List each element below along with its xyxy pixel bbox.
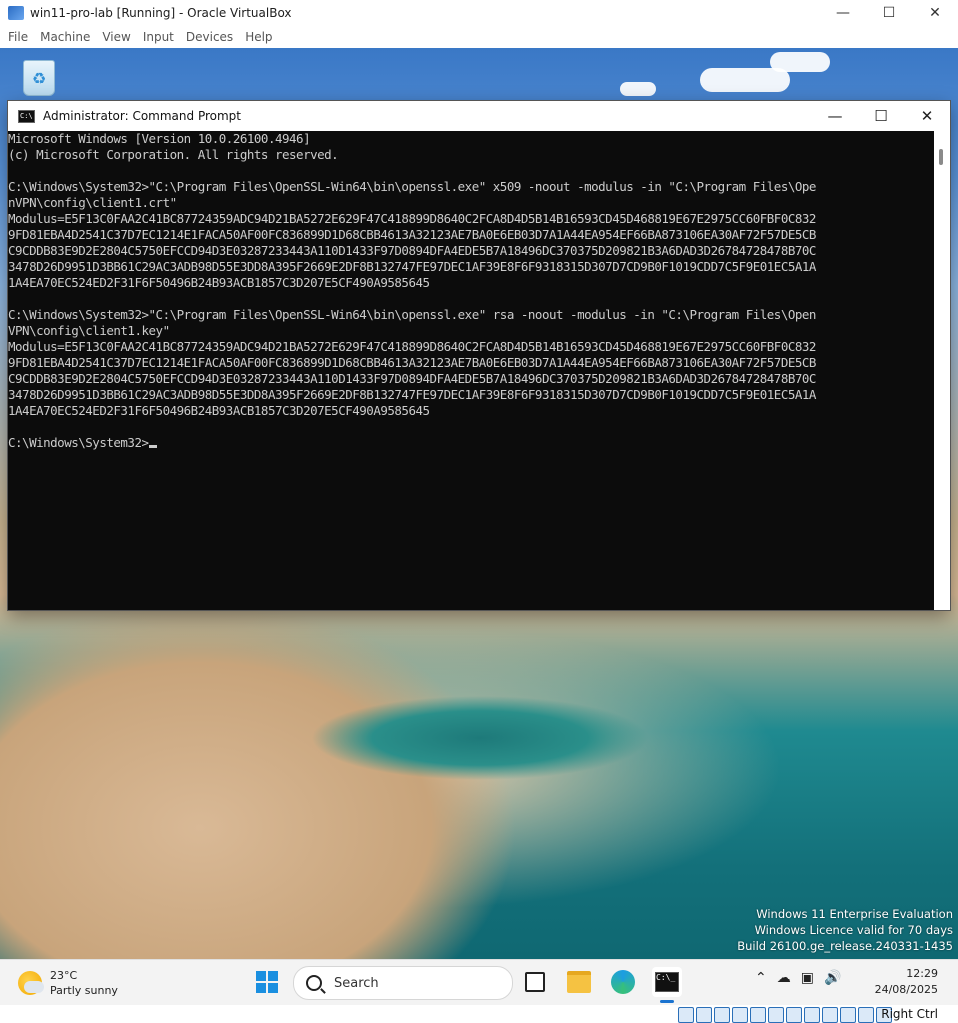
console-prompt: C:\Windows\System32> bbox=[8, 435, 149, 450]
watermark-licence: Windows Licence valid for 70 days bbox=[754, 923, 953, 937]
edge-browser-icon[interactable] bbox=[608, 967, 638, 997]
recycle-bin-icon[interactable]: ♻ bbox=[20, 56, 58, 98]
console-line: 9FD81EBA4D2541C37D7EC1214E1FACA50AF00FC8… bbox=[8, 355, 816, 370]
cmd-titlebar[interactable]: C:\ Administrator: Command Prompt — ☐ ✕ bbox=[8, 101, 950, 131]
console-output[interactable]: Microsoft Windows [Version 10.0.26100.49… bbox=[8, 131, 934, 610]
menu-help[interactable]: Help bbox=[245, 30, 272, 44]
text-cursor bbox=[148, 445, 157, 448]
hard-disk-status-icon[interactable] bbox=[678, 1007, 694, 1023]
console-line: Microsoft Windows [Version 10.0.26100.49… bbox=[8, 131, 311, 146]
console-line: C9CDDB83E9D2E2804C5750EFCCD94D3E03287233… bbox=[8, 371, 816, 386]
watermark-build: Build 26100.ge_release.240331-1435 bbox=[737, 939, 953, 953]
cloud-decoration bbox=[620, 82, 656, 96]
keyboard-status-icon[interactable] bbox=[858, 1007, 874, 1023]
recording-status-icon[interactable] bbox=[804, 1007, 820, 1023]
console-line: (c) Microsoft Corporation. All rights re… bbox=[8, 147, 339, 162]
console-line: Modulus=E5F13C0FAA2C41BC87724359ADC94D21… bbox=[8, 211, 816, 226]
taskbar-search-box[interactable]: Search bbox=[293, 966, 513, 1000]
virtualbox-titlebar: win11-pro-lab [Running] - Oracle Virtual… bbox=[0, 0, 958, 26]
console-scrollbar[interactable] bbox=[934, 131, 950, 610]
taskbar-clock[interactable]: 12:29 24/08/2025 bbox=[875, 966, 938, 998]
cmd-app-icon: C:\ bbox=[18, 109, 35, 123]
console-line: 1A4EA70EC524ED2F31F6F50496B24B93ACB1857C… bbox=[8, 275, 430, 290]
menu-devices[interactable]: Devices bbox=[186, 30, 233, 44]
cmd-close-button[interactable]: ✕ bbox=[904, 101, 950, 131]
console-line: VPN\config\client1.key" bbox=[8, 323, 170, 338]
system-tray: ⌃ ☁ ▣ 🔊 bbox=[755, 970, 841, 986]
virtualbox-icon bbox=[8, 6, 24, 20]
weather-temperature: 23°C bbox=[50, 969, 78, 982]
console-line: 9FD81EBA4D2541C37D7EC1214E1FACA50AF00FC8… bbox=[8, 227, 816, 242]
virtualbox-statusbar: Right Ctrl bbox=[0, 1005, 958, 1023]
cmd-maximize-button[interactable]: ☐ bbox=[858, 101, 904, 131]
virtualbox-menubar: File Machine View Input Devices Help bbox=[0, 26, 958, 48]
display-icon[interactable]: ▣ bbox=[801, 970, 814, 986]
weather-widget[interactable]: 23°C Partly sunny bbox=[18, 968, 118, 998]
console-line: Modulus=E5F13C0FAA2C41BC87724359ADC94D21… bbox=[8, 339, 816, 354]
chevron-up-icon[interactable]: ⌃ bbox=[755, 970, 767, 986]
menu-input[interactable]: Input bbox=[143, 30, 174, 44]
weather-description: Partly sunny bbox=[50, 984, 118, 997]
console-line: C:\Windows\System32>"C:\Program Files\Op… bbox=[8, 179, 816, 194]
volume-icon[interactable]: 🔊 bbox=[824, 970, 841, 986]
mouse-integration-status-icon[interactable] bbox=[840, 1007, 856, 1023]
task-view-button[interactable] bbox=[520, 967, 550, 997]
usb-status-icon[interactable] bbox=[750, 1007, 766, 1023]
menu-machine[interactable]: Machine bbox=[40, 30, 90, 44]
network-icon[interactable]: ☁ bbox=[777, 970, 791, 986]
console-line: C9CDDB83E9D2E2804C5750EFCCD94D3E03287233… bbox=[8, 243, 816, 258]
console-line: C:\Windows\System32>"C:\Program Files\Op… bbox=[8, 307, 816, 322]
menu-file[interactable]: File bbox=[8, 30, 28, 44]
menu-view[interactable]: View bbox=[102, 30, 130, 44]
search-icon bbox=[306, 975, 322, 991]
watermark-edition: Windows 11 Enterprise Evaluation bbox=[756, 907, 953, 921]
audio-status-icon[interactable] bbox=[714, 1007, 730, 1023]
clock-time: 12:29 bbox=[906, 967, 938, 980]
scrollbar-thumb[interactable] bbox=[939, 149, 943, 165]
command-prompt-taskbar-icon[interactable]: C:\_ bbox=[652, 967, 682, 997]
clock-date: 24/08/2025 bbox=[874, 983, 938, 996]
minimize-button[interactable]: — bbox=[820, 0, 866, 26]
file-explorer-icon[interactable] bbox=[564, 967, 594, 997]
cloud-decoration bbox=[770, 52, 830, 72]
console-prompt-line[interactable]: C:\Windows\System32> bbox=[8, 435, 934, 451]
console-line: 3478D26D9951D3BB61C29AC3ADB98D55E3DD8A39… bbox=[8, 387, 816, 402]
command-prompt-window[interactable]: C:\ Administrator: Command Prompt — ☐ ✕ … bbox=[8, 101, 950, 610]
virtualbox-window-title: win11-pro-lab [Running] - Oracle Virtual… bbox=[30, 6, 292, 20]
start-button[interactable] bbox=[256, 971, 278, 993]
cmd-minimize-button[interactable]: — bbox=[812, 101, 858, 131]
cmd-window-controls: — ☐ ✕ bbox=[812, 101, 950, 131]
cpu-status-icon[interactable] bbox=[822, 1007, 838, 1023]
active-app-indicator bbox=[660, 1000, 674, 1003]
console-line: 3478D26D9951D3BB61C29AC3ADB98D55E3DD8A39… bbox=[8, 259, 816, 274]
search-label: Search bbox=[334, 975, 379, 991]
windows-evaluation-watermark: Windows 11 Enterprise Evaluation Windows… bbox=[737, 906, 953, 954]
console-line: nVPN\config\client1.crt" bbox=[8, 195, 177, 210]
console-line: 1A4EA70EC524ED2F31F6F50496B24B93ACB1857C… bbox=[8, 403, 430, 418]
taskbar: 23°C Partly sunny Search C:\_ ⌃ ☁ ▣ 🔊 12… bbox=[0, 959, 958, 1006]
virtualbox-window-controls: — ☐ ✕ bbox=[820, 0, 958, 26]
host-key-label: Right Ctrl bbox=[881, 1007, 938, 1021]
virtualbox-status-icons bbox=[678, 1007, 892, 1023]
shared-folders-status-icon[interactable] bbox=[768, 1007, 784, 1023]
cmd-window-title: Administrator: Command Prompt bbox=[43, 109, 241, 123]
display-status-icon[interactable] bbox=[786, 1007, 802, 1023]
optical-drive-status-icon[interactable] bbox=[696, 1007, 712, 1023]
network-status-icon[interactable] bbox=[732, 1007, 748, 1023]
maximize-button[interactable]: ☐ bbox=[866, 0, 912, 26]
partly-sunny-icon bbox=[18, 971, 44, 995]
close-button[interactable]: ✕ bbox=[912, 0, 958, 26]
